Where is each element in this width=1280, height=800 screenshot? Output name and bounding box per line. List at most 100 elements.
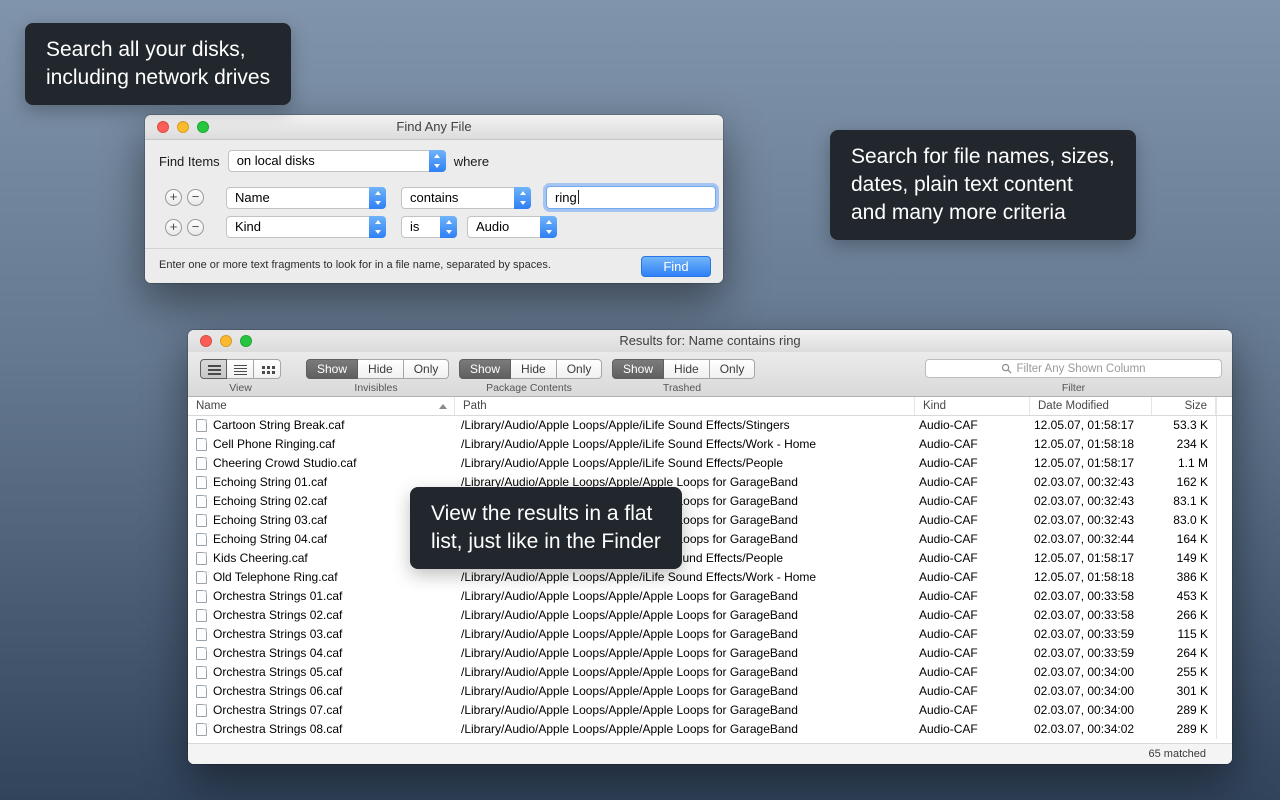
scope-popup[interactable]: on local disks: [228, 150, 446, 172]
table-row[interactable]: Echoing String 02.caf/Library/Audio/Appl…: [188, 492, 1232, 511]
table-row[interactable]: Orchestra Strings 02.caf/Library/Audio/A…: [188, 606, 1232, 625]
cell-date-modified: 12.05.07, 01:58:17: [1030, 549, 1152, 568]
package-only-button[interactable]: Only: [557, 359, 603, 379]
minimize-button[interactable]: [177, 121, 189, 133]
column-header-name[interactable]: Name: [188, 397, 455, 415]
file-name: Echoing String 03.caf: [213, 511, 327, 530]
close-button[interactable]: [157, 121, 169, 133]
field-popup[interactable]: Kind: [226, 216, 386, 238]
cell-name: Orchestra Strings 01.caf: [188, 587, 455, 606]
remove-criterion-button[interactable]: −: [187, 219, 204, 236]
cell-path: /Library/Audio/Apple Loops/Apple/iLife S…: [455, 416, 915, 435]
table-row[interactable]: Kids Cheering.caf/Library/Audio/Apple Lo…: [188, 549, 1232, 568]
cell-kind: Audio-CAF: [915, 701, 1030, 720]
cell-kind: Audio-CAF: [915, 568, 1030, 587]
view-list-button[interactable]: [200, 359, 227, 379]
close-button[interactable]: [200, 335, 212, 347]
cell-date-modified: 02.03.07, 00:34:00: [1030, 663, 1152, 682]
cell-name: Old Telephone Ring.caf: [188, 568, 455, 587]
results-table-body: Cartoon String Break.caf/Library/Audio/A…: [188, 416, 1232, 743]
table-row[interactable]: Cell Phone Ringing.caf/Library/Audio/App…: [188, 435, 1232, 454]
zoom-button[interactable]: [240, 335, 252, 347]
filter-placeholder: Filter Any Shown Column: [1016, 363, 1145, 375]
field-popup[interactable]: Name: [226, 187, 386, 209]
invisibles-hide-button[interactable]: Hide: [358, 359, 404, 379]
operator-popup[interactable]: is: [401, 216, 457, 238]
cell-size: 255 K: [1152, 663, 1216, 682]
column-header-date-modified[interactable]: Date Modified: [1030, 397, 1152, 415]
file-name: Orchestra Strings 01.caf: [213, 587, 342, 606]
table-row[interactable]: Orchestra Strings 06.caf/Library/Audio/A…: [188, 682, 1232, 701]
trashed-only-button[interactable]: Only: [710, 359, 756, 379]
table-row[interactable]: Orchestra Strings 01.caf/Library/Audio/A…: [188, 587, 1232, 606]
find-button[interactable]: Find: [641, 256, 711, 277]
file-name: Orchestra Strings 03.caf: [213, 625, 342, 644]
search-term-input[interactable]: ring: [546, 186, 716, 209]
filter-input[interactable]: Filter Any Shown Column: [925, 359, 1222, 378]
add-criterion-button[interactable]: +: [165, 189, 182, 206]
scrollbar-gap: [1216, 606, 1232, 625]
zoom-button[interactable]: [197, 121, 209, 133]
scrollbar-gap: [1216, 663, 1232, 682]
list-icon: [208, 365, 221, 375]
view-segmented-control: [200, 359, 281, 379]
column-header-size[interactable]: Size: [1152, 397, 1216, 415]
grid-icon: [262, 366, 265, 369]
cell-name: Orchestra Strings 08.caf: [188, 720, 455, 739]
invisibles-show-button[interactable]: Show: [306, 359, 358, 379]
document-icon: [196, 514, 207, 527]
trashed-hide-button[interactable]: Hide: [664, 359, 710, 379]
package-contents-segmented-control: Show Hide Only: [459, 359, 602, 379]
cell-path: /Library/Audio/Apple Loops/Apple/Apple L…: [455, 625, 915, 644]
compact-list-icon: [234, 365, 247, 375]
invisibles-only-button[interactable]: Only: [404, 359, 450, 379]
find-window-titlebar[interactable]: Find Any File: [145, 115, 723, 140]
remove-criterion-button[interactable]: −: [187, 189, 204, 206]
cell-path: /Library/Audio/Apple Loops/Apple/Apple L…: [455, 720, 915, 739]
popup-arrows-icon: [429, 150, 446, 172]
table-row[interactable]: Old Telephone Ring.caf/Library/Audio/App…: [188, 568, 1232, 587]
minimize-button[interactable]: [220, 335, 232, 347]
table-row[interactable]: Cheering Crowd Studio.caf/Library/Audio/…: [188, 454, 1232, 473]
text-caret: [578, 190, 579, 204]
table-row[interactable]: Echoing String 04.caf/Library/Audio/Appl…: [188, 530, 1232, 549]
table-row[interactable]: Orchestra Strings 05.caf/Library/Audio/A…: [188, 663, 1232, 682]
table-row[interactable]: Echoing String 01.caf/Library/Audio/Appl…: [188, 473, 1232, 492]
column-header-kind[interactable]: Kind: [915, 397, 1030, 415]
value-popup[interactable]: Audio: [467, 216, 557, 238]
cell-date-modified: 02.03.07, 00:32:43: [1030, 492, 1152, 511]
cell-date-modified: 12.05.07, 01:58:17: [1030, 416, 1152, 435]
cell-date-modified: 02.03.07, 00:33:59: [1030, 644, 1152, 663]
table-row[interactable]: Cartoon String Break.caf/Library/Audio/A…: [188, 416, 1232, 435]
cell-path: /Library/Audio/Apple Loops/Apple/Apple L…: [455, 606, 915, 625]
cell-path: /Library/Audio/Apple Loops/Apple/Apple L…: [455, 701, 915, 720]
column-header-path[interactable]: Path: [455, 397, 915, 415]
document-icon: [196, 495, 207, 508]
cell-name: Orchestra Strings 05.caf: [188, 663, 455, 682]
table-row[interactable]: Echoing String 03.caf/Library/Audio/Appl…: [188, 511, 1232, 530]
cell-path: /Library/Audio/Apple Loops/Apple/Apple L…: [455, 663, 915, 682]
results-toolbar: View Show Hide Only Invisibles Show Hide…: [188, 352, 1232, 397]
window-title: Results for: Name contains ring: [619, 333, 800, 348]
trashed-label: Trashed: [612, 382, 752, 394]
operator-popup[interactable]: contains: [401, 187, 531, 209]
package-show-button[interactable]: Show: [459, 359, 511, 379]
status-bar: 65 matched: [188, 743, 1232, 764]
results-window-titlebar[interactable]: Results for: Name contains ring: [188, 330, 1232, 352]
table-row[interactable]: Orchestra Strings 08.caf/Library/Audio/A…: [188, 720, 1232, 739]
view-grid-button[interactable]: [254, 359, 281, 379]
table-row[interactable]: Orchestra Strings 07.caf/Library/Audio/A…: [188, 701, 1232, 720]
file-name: Orchestra Strings 06.caf: [213, 682, 342, 701]
scrollbar-gap: [1216, 587, 1232, 606]
trashed-show-button[interactable]: Show: [612, 359, 664, 379]
filter-label: Filter: [925, 382, 1222, 394]
table-row[interactable]: Orchestra Strings 04.caf/Library/Audio/A…: [188, 644, 1232, 663]
view-compact-button[interactable]: [227, 359, 254, 379]
file-name: Orchestra Strings 02.caf: [213, 606, 342, 625]
cell-size: 162 K: [1152, 473, 1216, 492]
cell-name: Orchestra Strings 02.caf: [188, 606, 455, 625]
table-row[interactable]: Orchestra Strings 03.caf/Library/Audio/A…: [188, 625, 1232, 644]
add-criterion-button[interactable]: +: [165, 219, 182, 236]
package-hide-button[interactable]: Hide: [511, 359, 557, 379]
file-name: Cartoon String Break.caf: [213, 416, 344, 435]
